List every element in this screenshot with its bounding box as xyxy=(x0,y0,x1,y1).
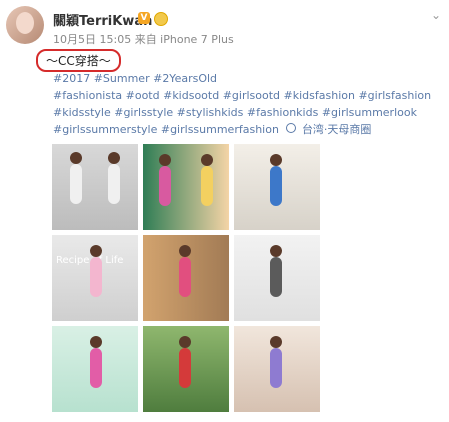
photo-2[interactable] xyxy=(143,144,229,230)
content-line: #girlssummerstyle #girlssummerfashion 台湾… xyxy=(53,121,441,138)
content-line: #fashionista #ootd #kidsootd #girlsootd … xyxy=(53,89,432,102)
photo-7[interactable] xyxy=(52,326,138,412)
photo-1[interactable] xyxy=(52,144,138,230)
photo-5[interactable] xyxy=(143,235,229,321)
avatar[interactable] xyxy=(6,6,44,44)
photo-grid: Recipe of Life xyxy=(52,144,321,414)
content-line: #2017 #Summer #2YearsOld xyxy=(53,72,218,85)
photo-6[interactable] xyxy=(234,235,320,321)
photo-8[interactable] xyxy=(143,326,229,412)
content-line-text: #girlssummerstyle #girlssummerfashion xyxy=(53,123,279,136)
location-pin-icon xyxy=(286,123,297,133)
location-text[interactable]: 台湾·天母商圈 xyxy=(302,123,372,136)
photo-4[interactable]: Recipe of Life xyxy=(52,235,138,321)
photo-9[interactable] xyxy=(234,326,320,412)
chevron-down-icon[interactable]: ⌄ xyxy=(431,8,441,22)
post-content: #2017 #Summer #2YearsOld #fashionista #o… xyxy=(53,70,441,138)
photo-3[interactable] xyxy=(234,144,320,230)
post-title-highlight: ～CC穿搭～ xyxy=(36,49,121,72)
post-title: ～CC穿搭～ xyxy=(46,54,111,68)
crown-icon xyxy=(154,12,168,26)
verified-badge-icon: V xyxy=(138,12,150,24)
post-meta: 10月5日 15:05 来自 iPhone 7 Plus xyxy=(53,33,234,46)
content-line: #kidsstyle #girlsstyle #stylishkids #fas… xyxy=(53,106,417,119)
